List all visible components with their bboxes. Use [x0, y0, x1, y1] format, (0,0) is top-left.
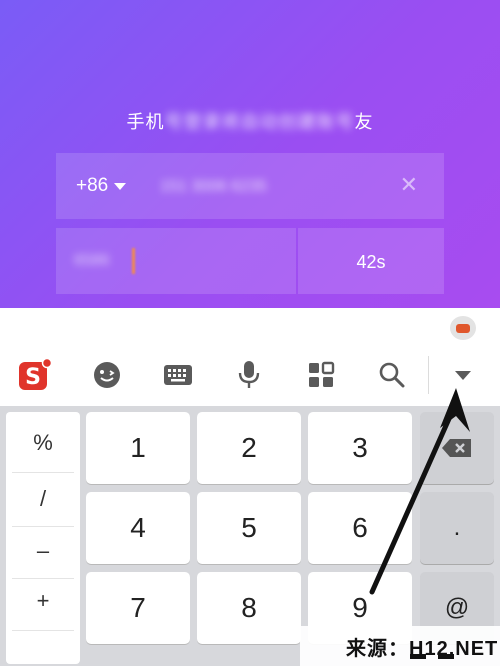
- watermark: 来源：H12.NET: [300, 626, 500, 666]
- watermark-bar: [410, 654, 426, 659]
- annotation-arrow-icon: [369, 388, 470, 595]
- watermark-bar: [438, 654, 454, 659]
